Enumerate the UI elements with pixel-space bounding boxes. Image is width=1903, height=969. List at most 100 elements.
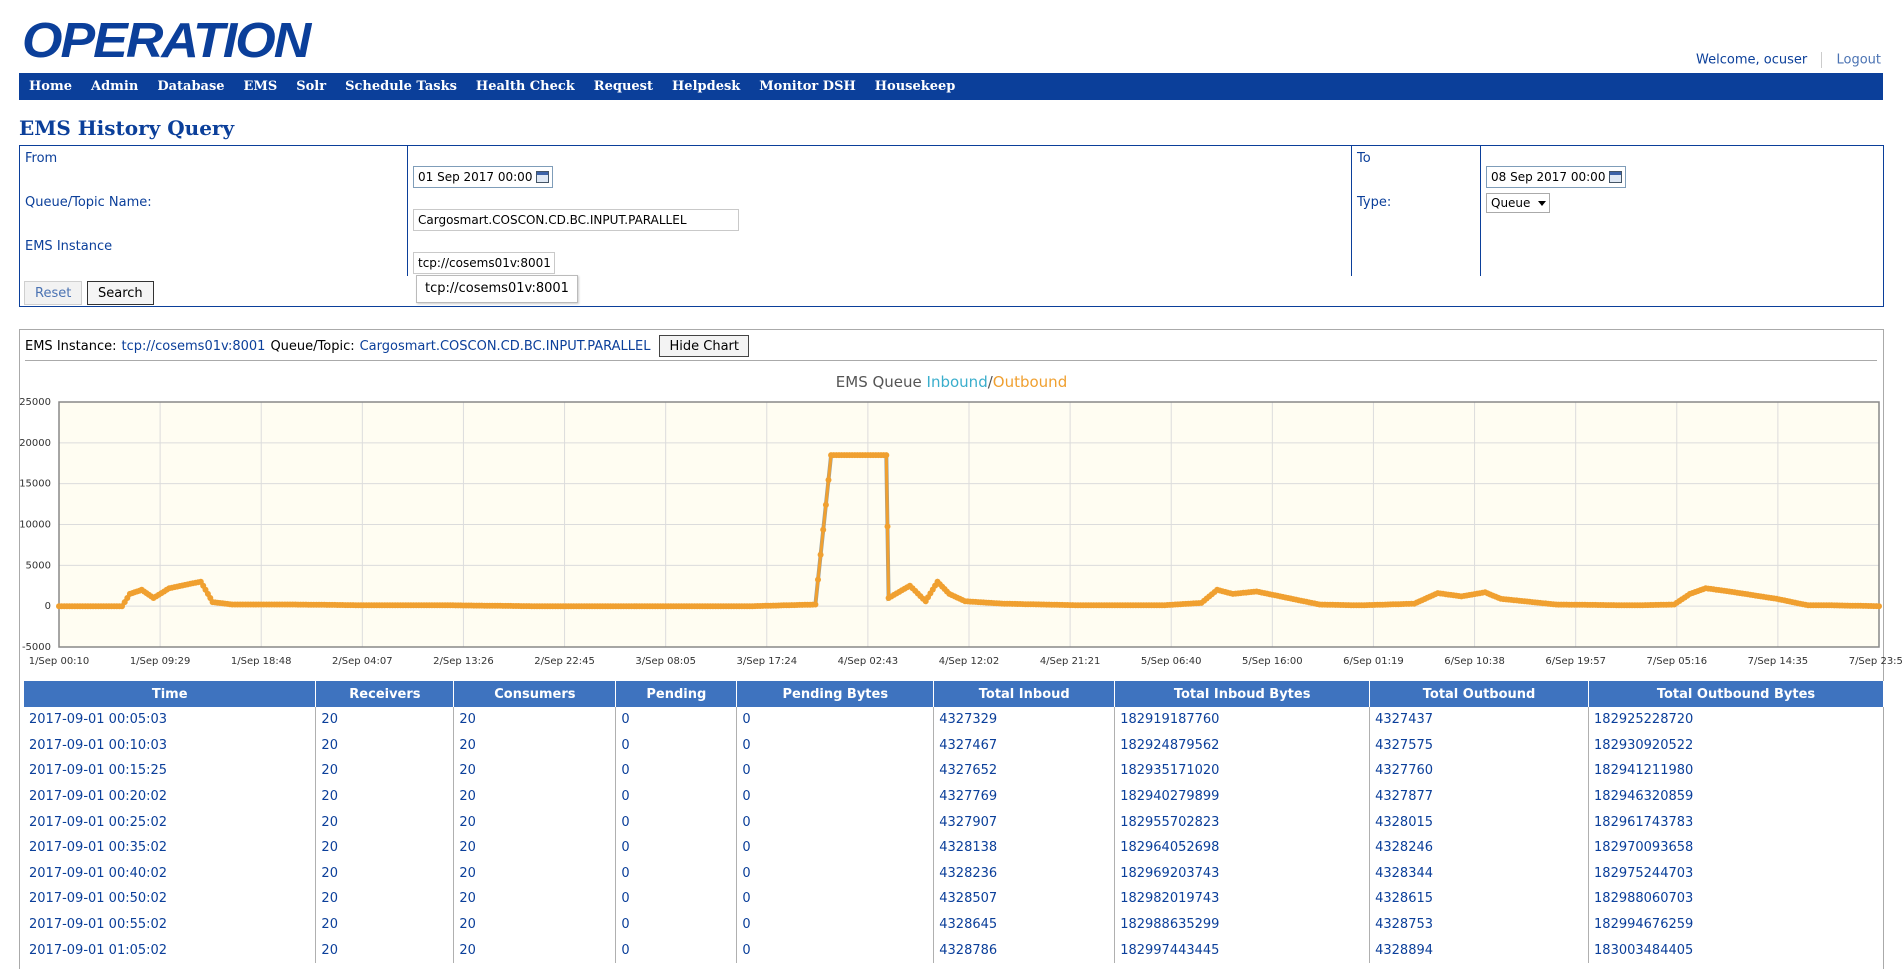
table-cell: 182988635299 [1114, 911, 1370, 938]
chart-title-prefix: EMS Queue [835, 373, 927, 391]
column-header[interactable]: Total Inboud Bytes [1114, 681, 1371, 707]
table-row: 2017-09-01 00:15:25 20 20 0 0 4327652 18293517… [24, 758, 1884, 784]
x-tick-label: 2/Sep 13:26 [433, 656, 494, 667]
table-cell: 20 [453, 834, 616, 861]
table-cell: 20 [315, 707, 454, 733]
table-cell: 20 [453, 783, 616, 810]
table-cell: 20 [315, 937, 454, 963]
to-date-value: 08 Sep 2017 00:00 [1491, 170, 1606, 184]
data-point-outbound [822, 501, 829, 508]
nav-item-home[interactable]: Home [29, 79, 72, 94]
divider [25, 360, 1877, 361]
data-point-outbound [1876, 603, 1882, 610]
queue-chart: 25000 20000 15000 10000 5000 0 -5000 1/Sep 00:1… [19, 397, 1903, 667]
calendar-icon[interactable] [536, 171, 549, 183]
to-date-input[interactable]: 08 Sep 2017 00:00 [1486, 166, 1626, 188]
table-row: 2017-09-01 00:40:02 20 20 0 0 4328236 18296920… [24, 860, 1884, 887]
table-cell: 20 [315, 783, 454, 810]
table-cell: 20 [453, 911, 616, 938]
table-row: 2017-09-01 00:25:02 20 20 0 0 4327907 18295570… [24, 809, 1884, 835]
x-tick-label: 7/Sep 23:55 [1849, 656, 1903, 667]
instance-autocomplete-option[interactable]: tcp://cosems01v:8001 [416, 275, 578, 303]
nav-item-schedule-tasks[interactable]: Schedule Tasks [345, 79, 457, 94]
table-cell: 2017-09-01 00:40:02 [29, 865, 168, 881]
y-tick-label: 15000 [19, 479, 51, 490]
x-tick-label: 6/Sep 01:19 [1343, 656, 1404, 667]
column-header[interactable]: Pending Bytes [736, 681, 935, 707]
queue-topic-label: Queue/Topic Name: [25, 195, 152, 210]
x-tick-label: 2/Sep 04:07 [332, 656, 393, 667]
column-header[interactable]: Receivers [315, 681, 455, 707]
table-cell: 2017-09-01 00:35:02 [29, 840, 168, 856]
nav-item-health-check[interactable]: Health Check [476, 79, 575, 94]
nav-item-helpdesk[interactable]: Helpdesk [672, 79, 740, 94]
table-cell: 20 [453, 886, 616, 912]
table-cell: 4328246 [1369, 834, 1589, 861]
table-cell: 0 [615, 860, 737, 887]
logo-text: OPERATION [22, 13, 311, 69]
x-tick-label: 5/Sep 06:40 [1141, 656, 1202, 667]
table-cell: 0 [615, 809, 737, 835]
x-tick-label: 1/Sep 09:29 [130, 656, 191, 667]
nav-item-admin[interactable]: Admin [91, 79, 138, 94]
nav-item-monitor-dsh[interactable]: Monitor DSH [759, 79, 855, 94]
table-cell: 182924879562 [1114, 732, 1370, 759]
table-cell: 4327877 [1369, 783, 1589, 810]
table-cell: 0 [736, 860, 934, 887]
x-tick-label: 3/Sep 08:05 [635, 656, 696, 667]
reset-button[interactable]: Reset [24, 281, 83, 305]
nav-item-solr[interactable]: Solr [296, 79, 326, 94]
type-select[interactable]: Queue [1486, 193, 1550, 213]
logout-link[interactable]: Logout [1836, 53, 1881, 68]
table-cell: 182988060703 [1588, 886, 1884, 912]
queue-topic-input[interactable] [413, 209, 739, 231]
table-cell: 182955702823 [1114, 809, 1370, 835]
nav-item-housekeep[interactable]: Housekeep [875, 79, 956, 94]
table-cell: 2017-09-01 00:55:02 [29, 917, 168, 933]
type-selected-value: Queue [1491, 196, 1531, 210]
table-cell: 0 [615, 886, 737, 912]
column-header[interactable]: Total Inboud [933, 681, 1116, 707]
from-date-input[interactable]: 01 Sep 2017 00:00 [413, 166, 553, 188]
x-tick-label: 4/Sep 21:21 [1040, 656, 1101, 667]
table-cell: 182994676259 [1588, 911, 1884, 938]
column-header[interactable]: Total Outbound [1369, 681, 1590, 707]
table-cell: 2017-09-01 00:10:03 [29, 737, 168, 753]
column-header[interactable]: Total Outbound Bytes [1588, 681, 1884, 707]
table-cell: 20 [315, 860, 454, 887]
table-cell: 20 [453, 809, 616, 835]
table-cell: 182930920522 [1588, 732, 1884, 759]
from-label: From [25, 151, 58, 166]
topic-value: Cargosmart.COSCON.CD.BC.INPUT.PARALLEL [359, 338, 651, 354]
x-tick-label: 1/Sep 00:10 [29, 656, 90, 667]
table-cell: 0 [736, 886, 934, 912]
hide-chart-button[interactable]: Hide Chart [659, 335, 749, 357]
column-divider [407, 146, 408, 276]
nav-item-database[interactable]: Database [157, 79, 224, 94]
y-tick-label: 20000 [19, 438, 51, 449]
column-header[interactable]: Pending [615, 681, 738, 707]
table-row: 2017-09-01 01:05:02 20 20 0 0 4328786 18299744… [24, 937, 1884, 963]
column-header[interactable]: Time [24, 681, 317, 707]
result-header: EMS Instance: tcp://cosems01v:8001 Queue… [25, 335, 749, 357]
table-cell: 2017-09-01 00:20:02 [29, 789, 168, 805]
x-tick-label: 6/Sep 19:57 [1545, 656, 1606, 667]
nav-item-request[interactable]: Request [594, 79, 653, 94]
table-cell: 2017-09-01 00:50:02 [29, 891, 168, 907]
x-tick-label: 3/Sep 17:24 [736, 656, 797, 667]
table-cell: 182940279899 [1114, 783, 1370, 810]
table-cell: 0 [736, 937, 934, 963]
chart-title-outbound: Outbound [992, 373, 1068, 391]
y-tick-label: 5000 [26, 560, 51, 571]
table-cell: 0 [615, 758, 737, 784]
table-header-row: Time Receivers Consumers Pending Pending Byt… [24, 681, 1884, 707]
table-cell: 0 [736, 707, 934, 733]
nav-item-ems[interactable]: EMS [244, 79, 278, 94]
calendar-icon[interactable] [1609, 171, 1622, 183]
from-date-value: 01 Sep 2017 00:00 [418, 170, 533, 184]
query-form: From 01 Sep 2017 00:00 Queue/Topic Name:… [19, 145, 1884, 307]
search-button[interactable]: Search [87, 281, 154, 305]
column-header[interactable]: Consumers [453, 681, 617, 707]
ems-instance-input[interactable] [413, 252, 555, 274]
table-cell: 4327907 [933, 809, 1115, 835]
